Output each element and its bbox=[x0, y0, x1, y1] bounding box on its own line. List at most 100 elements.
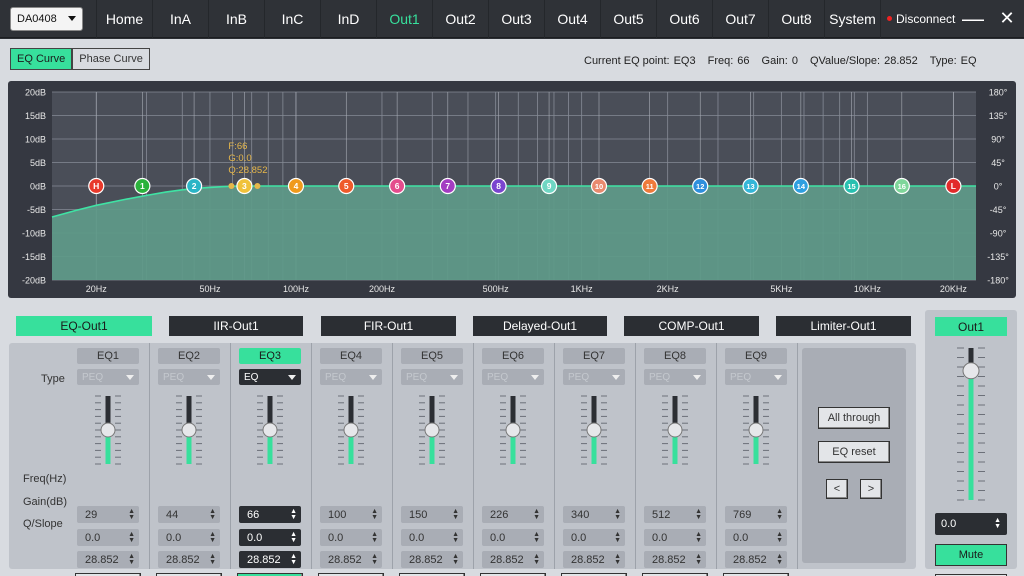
spinner-arrows-icon[interactable]: ▲ ▼ bbox=[776, 553, 783, 566]
q-handle-right[interactable] bbox=[254, 183, 261, 189]
gain-fader[interactable] bbox=[91, 393, 125, 467]
eq-reset-button[interactable]: EQ reset bbox=[818, 441, 890, 463]
q-field[interactable]: 28.852 ▲ ▼ bbox=[644, 551, 706, 568]
spinner-arrows-icon[interactable]: ▲ ▼ bbox=[533, 553, 540, 566]
freq-field[interactable]: 340 ▲ ▼ bbox=[563, 506, 625, 523]
eq-curve-graph[interactable]: 20dB 15dB 10dB 5dB 0dB -5dB -10dB -15dB -20dB 180… bbox=[8, 81, 1016, 298]
filter-type-select[interactable]: PEQ bbox=[644, 369, 706, 385]
q-field[interactable]: 28.852 ▲ ▼ bbox=[482, 551, 544, 568]
nav-system[interactable]: System bbox=[824, 0, 880, 38]
q-field[interactable]: 28.852 ▲ ▼ bbox=[563, 551, 625, 568]
eq-band-name[interactable]: EQ5 bbox=[401, 348, 463, 364]
gain-field[interactable]: 0.0 ▲ ▼ bbox=[239, 529, 301, 546]
eq-band-name[interactable]: EQ4 bbox=[320, 348, 382, 364]
eq-point-marker[interactable]: 1 bbox=[134, 177, 151, 195]
freq-field[interactable]: 100 ▲ ▼ bbox=[320, 506, 382, 523]
spinner-arrows-icon[interactable]: ▲ ▼ bbox=[290, 508, 297, 521]
q-field[interactable]: 28.852 ▲ ▼ bbox=[401, 551, 463, 568]
nav-out4[interactable]: Out4 bbox=[544, 0, 600, 38]
nav-out3[interactable]: Out3 bbox=[488, 0, 544, 38]
eq-point-marker[interactable]: 13 bbox=[742, 177, 759, 195]
spinner-arrows-icon[interactable]: ▲ ▼ bbox=[452, 531, 459, 544]
spinner-arrows-icon[interactable]: ▲ ▼ bbox=[695, 553, 702, 566]
spinner-arrows-icon[interactable]: ▲ ▼ bbox=[695, 531, 702, 544]
q-field[interactable]: 28.852 ▲ ▼ bbox=[320, 551, 382, 568]
nav-out8[interactable]: Out8 bbox=[768, 0, 824, 38]
gain-fader[interactable] bbox=[739, 393, 773, 467]
eq-point-marker[interactable]: 9 bbox=[540, 177, 558, 195]
fader-knob[interactable] bbox=[424, 422, 440, 438]
spinner-arrows-icon[interactable]: ▲ ▼ bbox=[533, 531, 540, 544]
gain-field[interactable]: 0.0 ▲ ▼ bbox=[320, 529, 382, 546]
prev-band-button[interactable]: < bbox=[826, 479, 848, 499]
fader-knob[interactable] bbox=[962, 362, 980, 380]
q-handle-left[interactable] bbox=[228, 183, 235, 189]
nav-out1[interactable]: Out1 bbox=[376, 0, 432, 38]
gain-fader[interactable] bbox=[658, 393, 692, 467]
filter-type-select[interactable]: PEQ bbox=[401, 369, 463, 385]
filter-type-select[interactable]: PEQ bbox=[320, 369, 382, 385]
gain-fader[interactable] bbox=[334, 393, 368, 467]
spinner-arrows-icon[interactable]: ▲ ▼ bbox=[209, 553, 216, 566]
spinner-arrows-icon[interactable]: ▲ ▼ bbox=[128, 508, 135, 521]
eq-band-name[interactable]: EQ8 bbox=[644, 348, 706, 364]
eq-point-marker[interactable]: 14 bbox=[792, 177, 809, 195]
eq-band-name[interactable]: EQ9 bbox=[725, 348, 787, 364]
eq-point-marker[interactable]: 8 bbox=[490, 177, 507, 195]
eq-point-marker[interactable]: 15 bbox=[843, 177, 860, 195]
fader-knob[interactable] bbox=[181, 422, 197, 438]
gain-field[interactable]: 0.0 ▲ ▼ bbox=[482, 529, 544, 546]
tab-fir-out1[interactable]: FIR-Out1 bbox=[321, 316, 456, 336]
eq-band-name[interactable]: EQ6 bbox=[482, 348, 544, 364]
q-field[interactable]: 28.852 ▲ ▼ bbox=[158, 551, 220, 568]
eq-point-marker[interactable]: 7 bbox=[439, 177, 456, 195]
disconnect-button[interactable]: Disconnect bbox=[880, 0, 956, 38]
gain-field[interactable]: 0.0 ▲ ▼ bbox=[401, 529, 463, 546]
gain-field[interactable]: 0.0 ▲ ▼ bbox=[644, 529, 706, 546]
freq-field[interactable]: 226 ▲ ▼ bbox=[482, 506, 544, 523]
nav-ina[interactable]: InA bbox=[152, 0, 208, 38]
eq-band-name[interactable]: EQ3 bbox=[239, 348, 301, 364]
fader-knob[interactable] bbox=[100, 422, 116, 438]
spinner-arrows-icon[interactable]: ▲ ▼ bbox=[614, 508, 621, 521]
spinner-arrows-icon[interactable]: ▲ ▼ bbox=[452, 553, 459, 566]
spinner-arrows-icon[interactable]: ▲ ▼ bbox=[533, 508, 540, 521]
close-button[interactable]: ✕ bbox=[990, 0, 1024, 38]
freq-field[interactable]: 66 ▲ ▼ bbox=[239, 506, 301, 523]
spinner-arrows-icon[interactable]: ▲ ▼ bbox=[695, 508, 702, 521]
spinner-arrows-icon[interactable]: ▲ ▼ bbox=[776, 508, 783, 521]
nav-inc[interactable]: InC bbox=[264, 0, 320, 38]
mute-button[interactable]: Mute bbox=[935, 544, 1007, 566]
spinner-arrows-icon[interactable]: ▲ ▼ bbox=[128, 531, 135, 544]
gain-field[interactable]: 0.0 ▲ ▼ bbox=[725, 529, 787, 546]
spinner-arrows-icon[interactable]: ▲ ▼ bbox=[209, 531, 216, 544]
nav-out2[interactable]: Out2 bbox=[432, 0, 488, 38]
output-volume-field[interactable]: 0.0 ▲ ▼ bbox=[935, 513, 1007, 535]
filter-type-select[interactable]: PEQ bbox=[77, 369, 139, 385]
q-field[interactable]: 28.852 ▲ ▼ bbox=[725, 551, 787, 568]
gain-fader[interactable] bbox=[415, 393, 449, 467]
fader-knob[interactable] bbox=[748, 422, 764, 438]
eq-point-marker[interactable]: 6 bbox=[389, 177, 406, 195]
spinner-arrows-icon[interactable]: ▲ ▼ bbox=[371, 508, 378, 521]
eq-point-marker[interactable]: L bbox=[945, 177, 962, 195]
freq-field[interactable]: 769 ▲ ▼ bbox=[725, 506, 787, 523]
minimize-button[interactable]: — bbox=[956, 0, 990, 38]
eq-point-marker[interactable]: 10 bbox=[590, 177, 608, 195]
tab-phase-curve[interactable]: Phase Curve bbox=[72, 48, 150, 70]
filter-type-select[interactable]: EQ bbox=[239, 369, 301, 385]
nav-home[interactable]: Home bbox=[96, 0, 152, 38]
fader-knob[interactable] bbox=[262, 422, 278, 438]
q-field[interactable]: 28.852 ▲ ▼ bbox=[239, 551, 301, 568]
tab-eq-out1[interactable]: EQ-Out1 bbox=[16, 316, 152, 336]
filter-type-select[interactable]: PEQ bbox=[482, 369, 544, 385]
gain-fader[interactable] bbox=[577, 393, 611, 467]
nav-out5[interactable]: Out5 bbox=[600, 0, 656, 38]
freq-field[interactable]: 512 ▲ ▼ bbox=[644, 506, 706, 523]
eq-point-marker[interactable]: 16 bbox=[893, 177, 910, 195]
eq-point-marker[interactable]: 2 bbox=[185, 177, 203, 195]
eq-curve-svg[interactable]: 20dB15dB10dB5dB0dB-5dB-10dB-15dB-20dB180… bbox=[8, 81, 1016, 298]
device-select[interactable]: DA0408 bbox=[10, 6, 83, 31]
q-field[interactable]: 28.852 ▲ ▼ bbox=[77, 551, 139, 568]
gain-fader[interactable] bbox=[253, 393, 287, 467]
